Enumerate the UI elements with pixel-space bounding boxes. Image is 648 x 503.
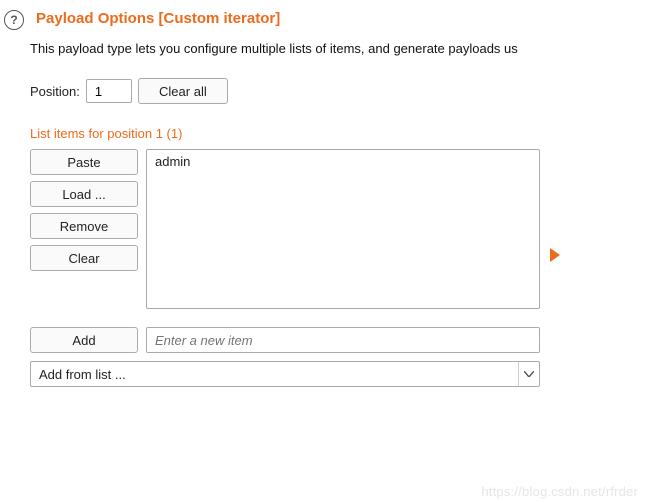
chevron-down-icon	[518, 362, 539, 386]
remove-button[interactable]: Remove	[30, 213, 138, 239]
list-area: Paste Load ... Remove Clear admin	[30, 149, 648, 309]
paste-button[interactable]: Paste	[30, 149, 138, 175]
list-item[interactable]: admin	[155, 154, 531, 169]
add-button[interactable]: Add	[30, 327, 138, 353]
dropdown-label: Add from list ...	[39, 367, 126, 382]
expand-arrow-icon[interactable]	[550, 248, 560, 262]
position-label: Position:	[30, 84, 80, 99]
section-heading: Payload Options [Custom iterator]	[36, 10, 648, 27]
watermark-text: https://blog.csdn.net/rfrder	[481, 484, 638, 499]
list-sub-heading: List items for position 1 (1)	[30, 126, 648, 141]
position-input[interactable]	[86, 79, 132, 103]
list-items-box[interactable]: admin	[146, 149, 540, 309]
description-text: This payload type lets you configure mul…	[30, 41, 648, 56]
clear-button[interactable]: Clear	[30, 245, 138, 271]
position-row: Position: Clear all	[30, 78, 648, 104]
help-icon[interactable]: ?	[4, 10, 24, 30]
load-button[interactable]: Load ...	[30, 181, 138, 207]
dropdown-row: Add from list ...	[30, 361, 648, 387]
add-row: Add	[30, 327, 648, 353]
add-from-list-dropdown[interactable]: Add from list ...	[30, 361, 540, 387]
clear-all-button[interactable]: Clear all	[138, 78, 228, 104]
new-item-input[interactable]	[146, 327, 540, 353]
side-buttons-column: Paste Load ... Remove Clear	[30, 149, 138, 309]
